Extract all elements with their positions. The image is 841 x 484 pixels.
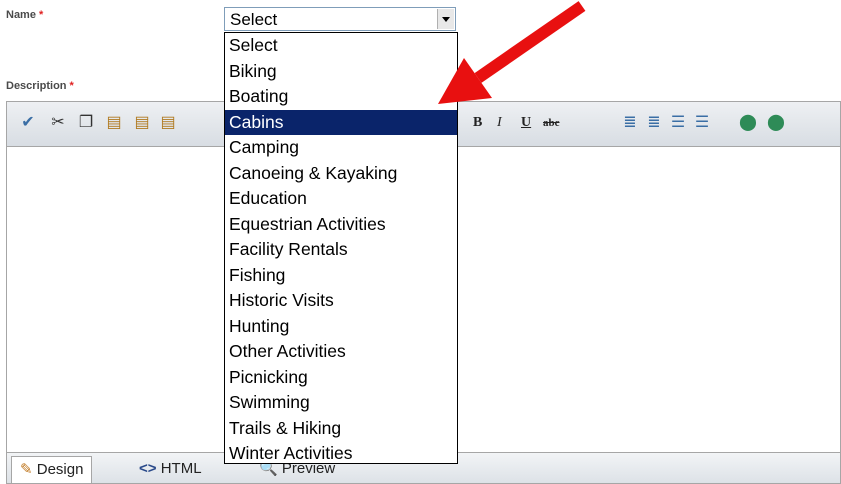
description-label: Description * — [6, 80, 74, 92]
required-mark: * — [69, 80, 74, 92]
required-mark: * — [38, 9, 44, 21]
tab-design[interactable]: ✎ Design — [11, 456, 93, 483]
unlink-icon[interactable]: ⬤ — [765, 112, 787, 134]
unordered-list-icon[interactable]: ☰ — [691, 112, 713, 134]
option-education[interactable]: Education — [225, 186, 457, 212]
option-winter-activities[interactable]: Winter Activities — [225, 441, 457, 467]
tab-html[interactable]: <> HTML — [139, 456, 202, 482]
option-camping[interactable]: Camping — [225, 135, 457, 161]
option-trails-hiking[interactable]: Trails & Hiking — [225, 416, 457, 442]
option-facility-rentals[interactable]: Facility Rentals — [225, 237, 457, 263]
tab-html-label: HTML — [160, 460, 202, 477]
select-value: Select — [230, 10, 278, 29]
ordered-list-icon[interactable]: ☰ — [667, 112, 689, 134]
option-equestrian-activities[interactable]: Equestrian Activities — [225, 212, 457, 238]
option-historic-visits[interactable]: Historic Visits — [225, 288, 457, 314]
paste-text-icon[interactable]: ▤ — [157, 112, 179, 134]
annotation-arrow-icon — [438, 1, 586, 104]
copy-icon[interactable]: ❐ — [75, 112, 97, 134]
indent-icon[interactable]: ≣ — [619, 112, 641, 134]
description-label-text: Description — [6, 80, 67, 92]
name-label-text: Name — [6, 9, 36, 21]
code-icon: <> — [139, 460, 157, 477]
tab-design-label: Design — [36, 461, 84, 478]
cut-icon[interactable]: ✂ — [47, 112, 69, 134]
option-picnicking[interactable]: Picnicking — [225, 365, 457, 391]
paste-icon[interactable]: ▤ — [103, 112, 125, 134]
option-hunting[interactable]: Hunting — [225, 314, 457, 340]
name-label: Name * — [6, 9, 43, 21]
option-swimming[interactable]: Swimming — [225, 390, 457, 416]
outdent-icon[interactable]: ≣ — [643, 112, 665, 134]
option-canoeing-kayaking[interactable]: Canoeing & Kayaking — [225, 161, 457, 187]
spellcheck-icon[interactable]: ✔ — [17, 112, 39, 134]
pencil-icon: ✎ — [20, 461, 33, 478]
paste-word-icon[interactable]: ▤ — [131, 112, 153, 134]
link-icon[interactable]: ⬤ — [737, 112, 759, 134]
option-fishing[interactable]: Fishing — [225, 263, 457, 289]
option-other-activities[interactable]: Other Activities — [225, 339, 457, 365]
